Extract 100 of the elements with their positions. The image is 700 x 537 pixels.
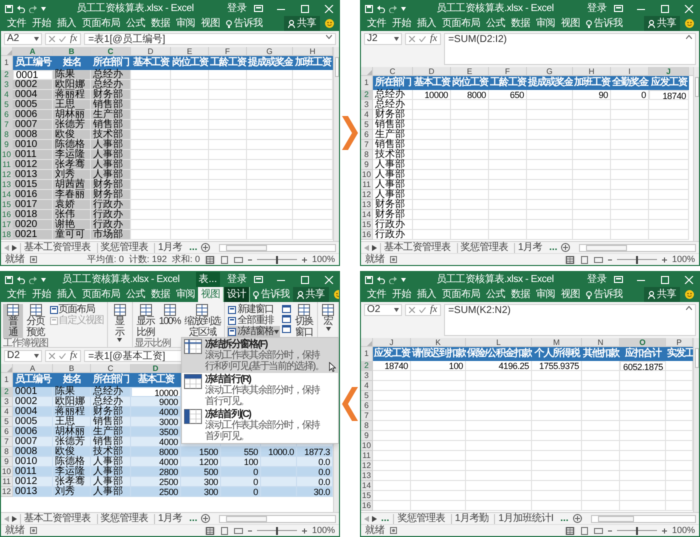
ribbon-button[interactable]: 显示 <box>110 304 130 342</box>
save-icon[interactable] <box>5 4 13 12</box>
ribbon-tab[interactable]: 数据 <box>508 16 533 31</box>
save-icon[interactable] <box>365 276 373 284</box>
scroll-right-icon[interactable] <box>12 244 17 250</box>
tell-me-button[interactable]: 告诉我 <box>250 287 292 302</box>
column-header[interactable]: F <box>489 67 527 75</box>
row-header[interactable]: 16 <box>361 501 373 511</box>
redo-icon[interactable] <box>29 276 37 284</box>
ribbon-tab[interactable]: 开始 <box>389 16 414 31</box>
share-button[interactable]: 共享 <box>644 287 680 302</box>
ribbon-tab[interactable]: 插入 <box>414 16 439 31</box>
sign-in-button[interactable]: 登录 <box>224 274 250 284</box>
scroll-right-icon[interactable] <box>372 244 377 250</box>
column-header[interactable]: C <box>373 67 413 75</box>
share-button[interactable]: 共享 <box>644 16 680 31</box>
caret-icon[interactable] <box>274 330 280 334</box>
redo-icon[interactable] <box>389 4 397 12</box>
row-header[interactable]: 1 <box>1 56 13 70</box>
column-header[interactable]: B <box>53 364 91 372</box>
ribbon-tab[interactable]: 视图 <box>198 16 223 31</box>
ribbon-tab[interactable]: 页面布局 <box>439 287 483 302</box>
horizontal-scrollbar[interactable] <box>579 244 696 252</box>
row-header[interactable]: 3 <box>1 80 13 90</box>
caret-icon[interactable] <box>401 6 406 10</box>
ribbon-tab[interactable]: 开始 <box>29 287 54 302</box>
column-header[interactable]: H <box>573 67 611 75</box>
insert-function-button[interactable]: fx <box>70 34 78 44</box>
ribbon-tab[interactable]: 审阅 <box>173 287 198 302</box>
macro-record-icon[interactable] <box>30 256 37 263</box>
ribbon-tab[interactable]: 公式 <box>483 16 508 31</box>
check-icon[interactable] <box>59 353 66 359</box>
page-break-view-icon[interactable] <box>594 526 603 534</box>
ribbon-button[interactable]: 冻结窗格 <box>227 326 280 337</box>
ribbon-button[interactable]: 显示比例 <box>134 304 157 338</box>
caret-icon[interactable] <box>41 6 46 10</box>
ribbon-tab[interactable]: 视图 <box>558 16 583 31</box>
sign-in-button[interactable]: 登录 <box>224 4 250 14</box>
row-header[interactable]: 13 <box>1 180 13 190</box>
column-header[interactable]: G <box>527 67 573 75</box>
ribbon-tab[interactable]: 插入 <box>414 287 439 302</box>
normal-view-icon[interactable] <box>204 256 215 264</box>
window-option-icon[interactable] <box>282 325 292 333</box>
ribbon-tab[interactable]: 视图 <box>558 287 583 302</box>
ribbon-tab[interactable]: 公式 <box>123 16 148 31</box>
row-header[interactable]: 11 <box>361 180 373 190</box>
dropdown-caret-icon[interactable] <box>34 37 39 41</box>
check-icon[interactable] <box>419 307 426 313</box>
row-header[interactable]: 8 <box>361 150 373 160</box>
row-header[interactable]: 3 <box>1 397 13 407</box>
more-sheets-button[interactable]: ... <box>559 514 570 524</box>
row-header[interactable]: 5 <box>361 391 373 401</box>
column-header[interactable]: A <box>13 364 53 372</box>
ribbon-options-icon[interactable] <box>254 5 263 12</box>
check-icon[interactable] <box>59 36 66 42</box>
normal-view-icon[interactable] <box>564 526 575 534</box>
ribbon-tab[interactable]: 插入 <box>54 287 79 302</box>
ribbon-tab[interactable]: 文件 <box>364 16 389 31</box>
row-header[interactable]: 5 <box>1 100 13 110</box>
zoom-slider[interactable] <box>616 526 657 534</box>
zoom-in-icon[interactable] <box>662 526 667 534</box>
ribbon-tab[interactable]: 审阅 <box>173 16 198 31</box>
share-button[interactable]: 共享 <box>292 287 328 302</box>
dropdown-caret-icon[interactable] <box>34 354 39 358</box>
horizontal-scrollbar[interactable] <box>590 514 696 522</box>
horizontal-scrollbar[interactable] <box>219 514 336 522</box>
tell-me-button[interactable]: 告诉我 <box>583 16 626 31</box>
normal-view-icon[interactable] <box>564 256 575 264</box>
row-header[interactable]: 15 <box>1 200 13 210</box>
dropdown-caret-icon[interactable] <box>394 37 399 41</box>
menu-item[interactable]: 冻结首行(R) 滚动工作表其余部分时，保持首行可见。 <box>182 373 338 408</box>
ribbon-tab[interactable]: 视图 <box>198 287 223 302</box>
add-sheet-icon[interactable] <box>201 514 210 523</box>
page-layout-view-icon[interactable] <box>580 256 589 264</box>
formula-field[interactable]: =SUM(D2:I2) <box>448 35 507 45</box>
row-header[interactable]: 4 <box>1 407 13 417</box>
caret-icon[interactable] <box>41 278 46 282</box>
page-break-view-icon[interactable] <box>234 526 243 534</box>
row-header[interactable]: 6 <box>361 401 373 411</box>
scroll-right-icon[interactable] <box>12 516 17 522</box>
add-sheet-icon[interactable] <box>561 243 570 252</box>
ribbon-tab[interactable]: 公式 <box>123 287 148 302</box>
column-header[interactable]: E <box>451 67 489 75</box>
menu-item[interactable]: 冻结首列(C) 滚动工作表其余部分时，保持首列可见。 <box>182 408 338 443</box>
row-header[interactable]: 9 <box>361 431 373 441</box>
row-header[interactable]: 9 <box>1 140 13 150</box>
row-header[interactable]: 10 <box>1 150 13 160</box>
ribbon-tab[interactable]: 页面布局 <box>79 287 123 302</box>
insert-function-button[interactable]: fx <box>70 351 78 361</box>
zoom-level[interactable]: 100% <box>672 255 695 264</box>
vertical-scrollbar[interactable] <box>693 67 699 241</box>
zoom-in-icon[interactable] <box>662 256 667 264</box>
undo-icon[interactable] <box>377 276 385 284</box>
page-layout-view-icon[interactable] <box>580 526 589 534</box>
normal-view-icon[interactable] <box>204 526 215 534</box>
row-header[interactable]: 8 <box>361 421 373 431</box>
ribbon-tab[interactable]: 数据 <box>508 287 533 302</box>
window-option-icon[interactable] <box>282 305 292 313</box>
row-header[interactable]: 5 <box>361 120 373 130</box>
vertical-scrollbar[interactable] <box>333 47 339 241</box>
